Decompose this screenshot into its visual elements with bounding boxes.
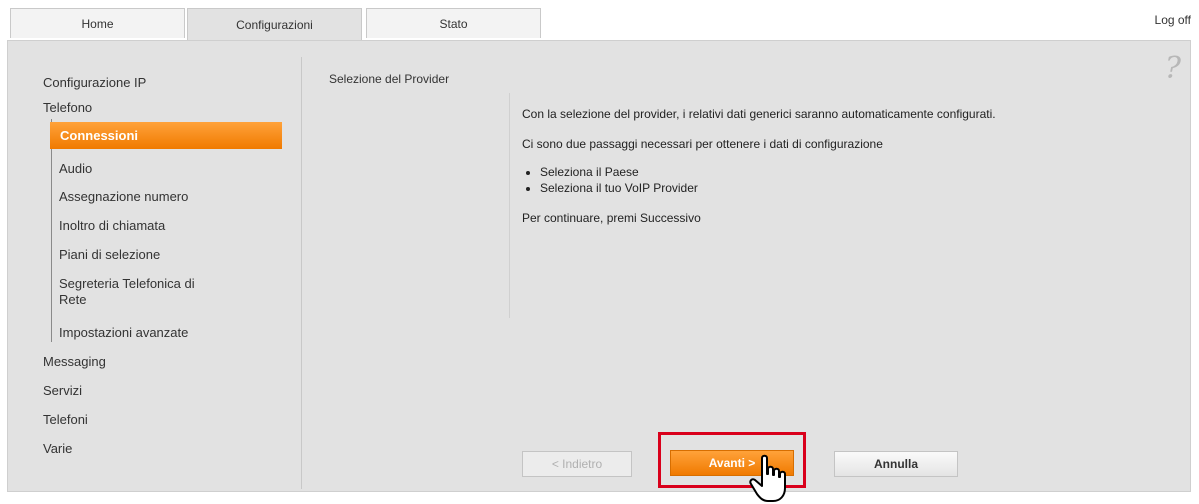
tab-stato[interactable]: Stato xyxy=(366,8,541,38)
help-icon[interactable]: ? xyxy=(1165,51,1181,86)
sidebar-item-configurazione-ip[interactable]: Configurazione IP xyxy=(43,75,146,90)
sidebar-item-piani-di-selezione[interactable]: Piani di selezione xyxy=(59,247,160,262)
content-divider xyxy=(509,93,510,318)
sidebar-item-varie[interactable]: Varie xyxy=(43,441,72,456)
sidebar-item-connessioni[interactable]: Connessioni xyxy=(50,122,282,149)
list-item: Seleziona il tuo VoIP Provider xyxy=(540,180,1082,196)
main-panel: Configurazione IP Telefono Connessioni A… xyxy=(7,40,1191,502)
top-tab-bar: Home Configurazioni Stato Log off xyxy=(0,0,1199,41)
sidebar-item-assegnazione-numero[interactable]: Assegnazione numero xyxy=(59,189,188,204)
cancel-button[interactable]: Annulla xyxy=(834,451,958,477)
sidebar-item-messaging[interactable]: Messaging xyxy=(43,354,106,369)
submenu-divider xyxy=(51,119,52,342)
continue-text: Per continuare, premi Successivo xyxy=(522,211,701,225)
sidebar-item-impostazioni-avanzate[interactable]: Impostazioni avanzate xyxy=(59,325,188,340)
steps-intro-text: Ci sono due passaggi necessari per otten… xyxy=(522,137,883,151)
sidebar: Configurazione IP Telefono Connessioni A… xyxy=(8,41,302,491)
section-title: Selezione del Provider xyxy=(329,72,450,86)
tab-configurazioni[interactable]: Configurazioni xyxy=(187,8,362,41)
list-item: Seleziona il Paese xyxy=(540,164,1082,180)
intro-text: Con la selezione del provider, i relativ… xyxy=(522,107,996,121)
logoff-link[interactable]: Log off xyxy=(1155,13,1191,27)
sidebar-item-segreteria-telefonica[interactable]: Segreteria Telefonica di xyxy=(59,276,195,291)
sidebar-item-telefoni[interactable]: Telefoni xyxy=(43,412,88,427)
sidebar-item-servizi[interactable]: Servizi xyxy=(43,383,82,398)
steps-list: Seleziona il Paese Seleziona il tuo VoIP… xyxy=(522,164,1082,196)
tab-home[interactable]: Home xyxy=(10,8,185,38)
back-button[interactable]: < Indietro xyxy=(522,451,632,477)
sidebar-item-audio[interactable]: Audio xyxy=(59,161,92,176)
hand-pointer-icon xyxy=(749,454,786,502)
sidebar-item-segreteria-telefonica-line2[interactable]: Rete xyxy=(59,292,86,307)
content-text: Con la selezione del provider, i relativ… xyxy=(522,106,1082,226)
sidebar-item-inoltro-di-chiamata[interactable]: Inoltro di chiamata xyxy=(59,218,165,233)
sidebar-divider xyxy=(301,57,302,489)
sidebar-item-telefono[interactable]: Telefono xyxy=(43,100,92,115)
